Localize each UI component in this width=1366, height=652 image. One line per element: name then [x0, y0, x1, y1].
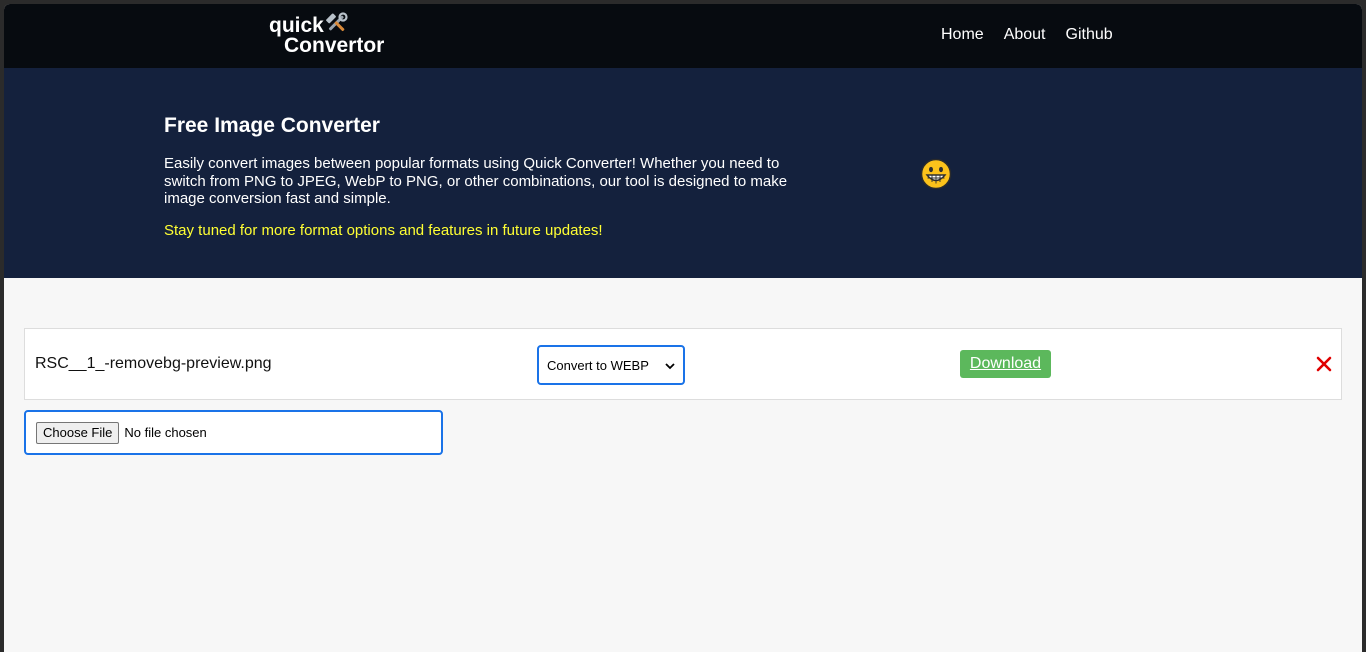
download-button[interactable]: Download: [960, 350, 1051, 378]
file-row: RSC__1_-removebg-preview.png Convert to …: [24, 328, 1342, 400]
chevron-down-icon: [665, 358, 675, 373]
file-name: RSC__1_-removebg-preview.png: [35, 355, 272, 372]
navbar: quick Convertor Home About Github: [4, 4, 1362, 68]
hammer-and-wrench-icon: [325, 12, 348, 34]
page-title: Free Image Converter: [164, 114, 380, 137]
logo-text-quick: quick: [269, 13, 324, 37]
logo-text-convertor: Convertor: [284, 34, 385, 57]
remove-file-icon[interactable]: [1314, 353, 1334, 375]
hero-section: Free Image Converter Easily convert imag…: [4, 68, 1362, 278]
nav-about-link[interactable]: About: [1004, 26, 1046, 44]
main-nav: Home About Github: [941, 26, 1113, 44]
nav-github-link[interactable]: Github: [1066, 26, 1113, 44]
grinning-face-icon: [920, 158, 952, 190]
choose-file-button[interactable]: Choose File: [36, 421, 120, 444]
file-status-text: No file chosen: [124, 425, 207, 440]
app-window: quick Convertor Home About Github Free I…: [4, 4, 1362, 652]
nav-home-link[interactable]: Home: [941, 26, 984, 44]
hero-note: Stay tuned for more format options and f…: [164, 222, 603, 239]
file-upload-input[interactable]: Choose File No file chosen: [24, 410, 443, 455]
logo[interactable]: quick Convertor: [269, 12, 385, 57]
convert-format-value: Convert to WEBP: [547, 357, 649, 373]
convert-format-select[interactable]: Convert to WEBP: [537, 345, 685, 385]
hero-description: Easily convert images between popular fo…: [164, 155, 788, 207]
